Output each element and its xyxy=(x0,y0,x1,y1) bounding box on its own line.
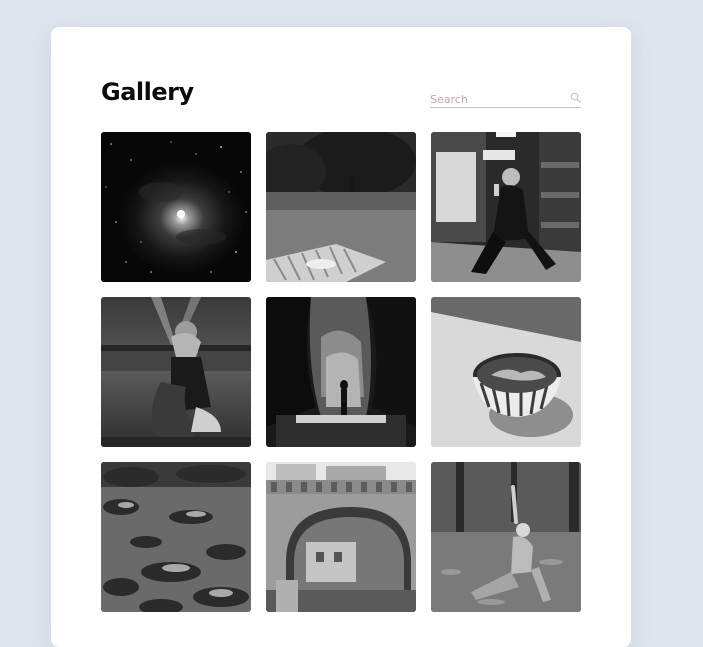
photo-striped-bowl[interactable] xyxy=(431,297,581,447)
photo-stone-arch-bridge[interactable] xyxy=(266,462,416,612)
search-input[interactable] xyxy=(430,91,560,107)
photo-park-picnic[interactable] xyxy=(266,132,416,282)
photo-canyon-figure[interactable] xyxy=(266,297,416,447)
photo-rocky-shore[interactable] xyxy=(101,462,251,612)
photo-nebula[interactable] xyxy=(101,132,251,282)
search-icon[interactable] xyxy=(570,92,581,103)
page-title: Gallery xyxy=(101,78,194,106)
photo-woman-forest-pose[interactable] xyxy=(431,462,581,612)
photo-woman-store-aisle[interactable] xyxy=(431,132,581,282)
search-box xyxy=(430,91,581,108)
photo-woman-parking-lot[interactable] xyxy=(101,297,251,447)
gallery-card: Gallery xyxy=(51,27,631,647)
photo-grid xyxy=(101,132,581,612)
